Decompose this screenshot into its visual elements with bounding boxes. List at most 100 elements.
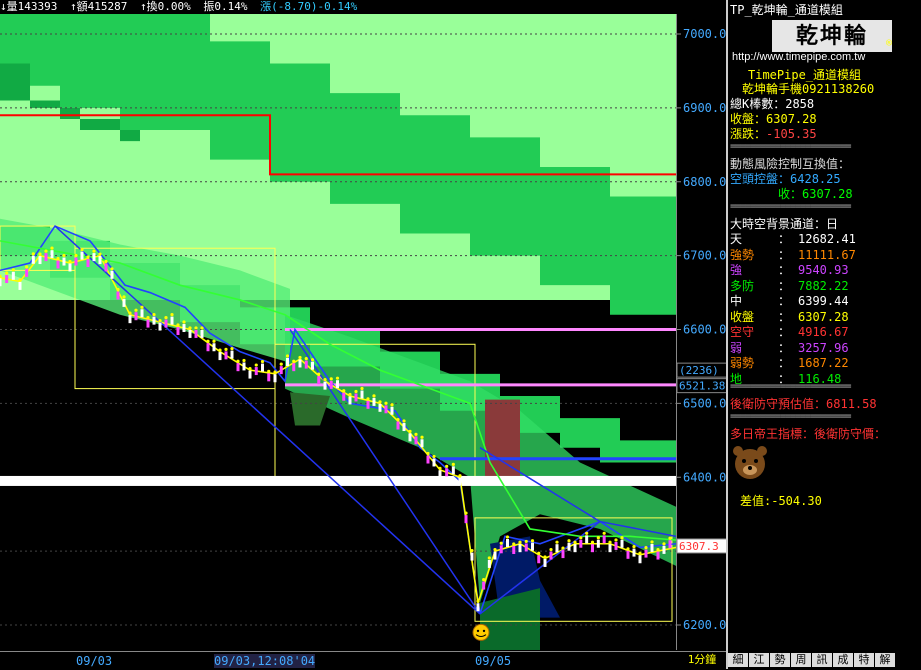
candle-dot: [310, 358, 315, 362]
function-button[interactable]: 訊: [812, 653, 832, 667]
candle: [476, 603, 480, 612]
function-button[interactable]: 特: [854, 653, 874, 667]
candle-dot: [378, 400, 382, 404]
candle: [426, 455, 430, 464]
candle-dot: [499, 541, 503, 545]
price-chart[interactable]: [0, 11, 677, 655]
candle-dot: [285, 354, 290, 358]
candle-dot: [524, 539, 528, 544]
candle-dot: [80, 248, 84, 252]
candle-dot: [188, 326, 192, 330]
candle: [512, 546, 516, 555]
candle: [644, 549, 648, 558]
timeframe-button[interactable]: 1分鐘: [680, 653, 724, 667]
candle: [38, 256, 42, 265]
candle-dot: [354, 389, 358, 394]
candle: [567, 542, 571, 551]
candle: [194, 329, 198, 338]
candle-dot: [31, 252, 35, 256]
candle-dot: [390, 403, 394, 407]
candle-dot: [482, 578, 486, 582]
defense-label: 後衛防守預估值：: [730, 397, 827, 411]
candle-dot: [242, 358, 246, 363]
candle: [212, 343, 216, 352]
candle: [116, 291, 120, 300]
candle: [92, 253, 96, 262]
candle: [585, 535, 589, 544]
function-button[interactable]: 解: [875, 653, 895, 667]
channel-row-label: 弱: [730, 340, 743, 355]
candle-dot: [44, 249, 48, 253]
candle: [311, 361, 314, 370]
candle-dot: [18, 278, 22, 282]
candle: [230, 350, 234, 359]
candle: [146, 319, 150, 328]
diff-value: -504.30: [771, 494, 822, 508]
channel-row-colon: ：: [778, 263, 791, 277]
candle-dot: [254, 363, 258, 367]
candle: [329, 380, 333, 389]
channel-row-label: 弱勢: [730, 356, 755, 370]
candle: [354, 393, 358, 402]
channel-row: 強勢 ： 11111.67: [730, 246, 856, 263]
channel-row: 中 ： 6399.44: [730, 292, 849, 309]
candle: [390, 406, 394, 415]
candle: [650, 543, 654, 552]
candle-dot: [38, 252, 42, 256]
candle: [614, 541, 618, 550]
function-button[interactable]: 周: [791, 653, 811, 667]
channel-row: 弱 ： 3257.96: [730, 339, 849, 356]
candle-dot: [573, 540, 577, 544]
candle-dot: [98, 252, 102, 256]
turnover-text: ↑換0.00%: [139, 0, 191, 13]
candle-dot: [212, 339, 216, 343]
candle: [482, 581, 486, 590]
candle-dot: [348, 392, 352, 397]
candle: [31, 255, 35, 264]
function-button[interactable]: 細: [728, 653, 748, 667]
candle-dot: [248, 366, 252, 371]
candle: [218, 352, 222, 361]
channel-row-value: 7882.22: [798, 278, 849, 293]
candle-dot: [530, 539, 535, 543]
channel-row-label: 空守: [730, 325, 755, 339]
candle: [451, 466, 455, 475]
short-control-label: 空頭控盤：: [730, 172, 791, 186]
x-tick-label: 09/05: [475, 654, 512, 668]
candle: [122, 298, 126, 307]
diff-row: 差值:-504.30: [740, 492, 822, 509]
candle: [638, 555, 642, 564]
candle-dot: [493, 547, 497, 552]
channel-row-colon: ：: [778, 278, 791, 293]
candle-dot: [236, 359, 240, 363]
candle: [493, 551, 497, 560]
candle-dot: [56, 256, 60, 261]
site-url[interactable]: http://www.timepipe.com.tw: [732, 51, 865, 63]
close-label: 收盤：: [730, 112, 767, 126]
emperor-indicator: 多日帝王指標：後衛防守價：: [730, 427, 887, 441]
channel-row: 空守 ： 4916.67: [730, 323, 849, 340]
y-axis-svg: 7000.0 6900.0 6800.0 6700.0 6600.0 6500.0 6400…: [676, 27, 728, 632]
candle-dot: [555, 540, 559, 544]
candle: [360, 390, 364, 399]
candle-dot: [656, 547, 660, 552]
function-button[interactable]: 江: [749, 653, 769, 667]
candle-dot: [140, 305, 144, 309]
defense-value: 6811.58: [826, 397, 877, 411]
channel-row-value: 6399.44: [798, 294, 849, 308]
candle-dot: [567, 539, 571, 543]
y-tick-label: 6400.0: [683, 470, 726, 484]
candle: [50, 250, 54, 259]
divider: ========================: [730, 381, 851, 392]
candle: [323, 381, 327, 390]
candle-dot: [122, 295, 126, 299]
candle-dot: [585, 531, 589, 535]
function-button[interactable]: 成: [833, 653, 853, 667]
candle-dot: [323, 378, 327, 382]
channel-row-label: 中: [730, 294, 743, 308]
function-button[interactable]: 勢: [770, 653, 790, 667]
candle: [254, 367, 258, 376]
candle-dot: [273, 370, 277, 374]
candle: [206, 343, 210, 352]
candle: [11, 271, 15, 280]
